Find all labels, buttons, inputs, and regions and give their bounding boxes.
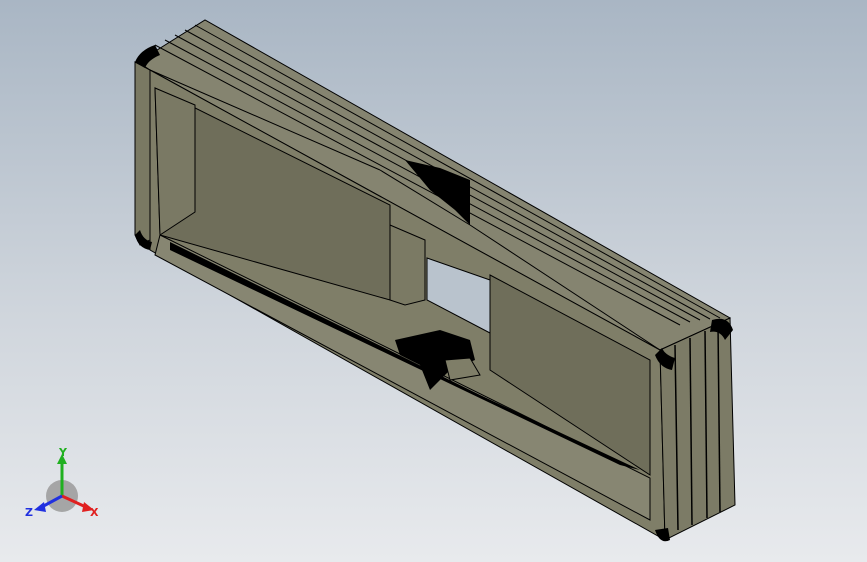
corner-bottom-right — [655, 528, 670, 542]
left-end-face — [134, 61, 151, 246]
right-end-face — [659, 317, 736, 541]
triad-z-label: Z — [25, 506, 33, 519]
pocket-left-floor — [154, 87, 196, 236]
graphics-viewport[interactable]: X Y Z — [0, 0, 867, 562]
triad-x-label: X — [90, 506, 99, 519]
triad-y-label: Y — [58, 446, 68, 459]
z-axis-arrow — [34, 502, 46, 512]
view-orientation-triad: X Y Z — [25, 446, 99, 519]
3d-part-model[interactable] — [0, 0, 867, 562]
